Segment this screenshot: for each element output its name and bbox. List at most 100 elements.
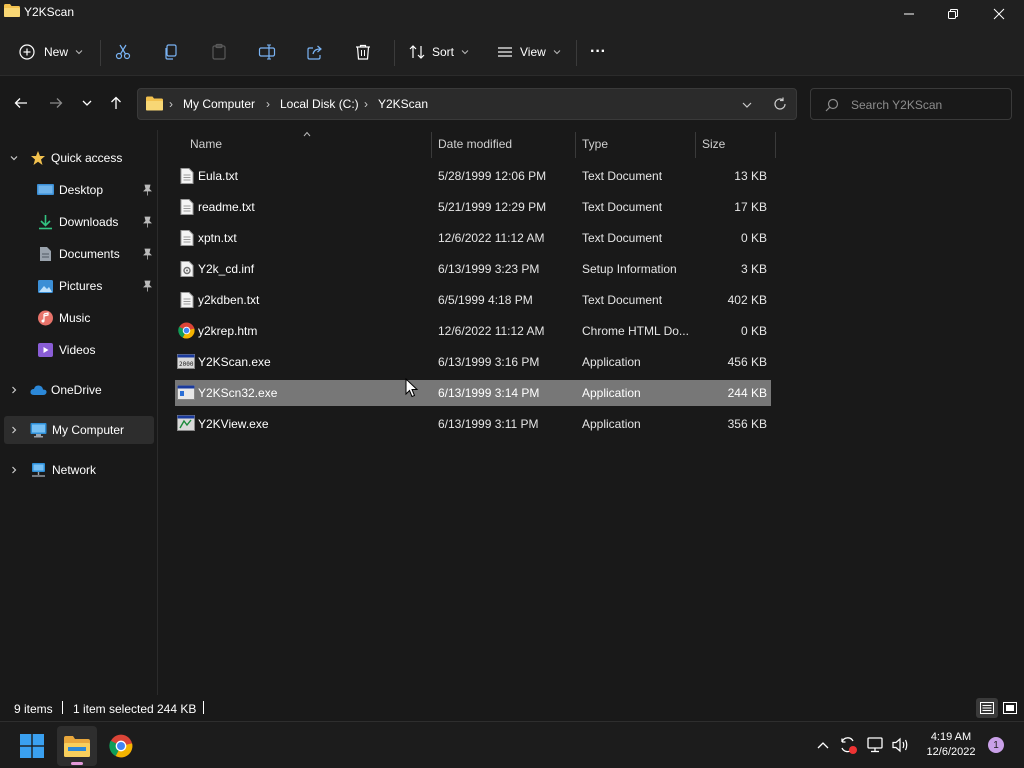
chevron-down-icon	[82, 100, 92, 106]
column-header-date[interactable]: Date modified	[438, 130, 512, 158]
more-options-button[interactable]: ···	[590, 37, 614, 67]
tiles-view-icon	[1003, 702, 1017, 714]
copy-button[interactable]	[162, 37, 186, 67]
new-button[interactable]: New	[18, 37, 86, 67]
arrow-right-icon	[50, 98, 63, 108]
file-name: Y2KScn32.exe	[198, 386, 278, 400]
column-divider[interactable]	[431, 132, 432, 158]
active-app-indicator	[71, 762, 83, 765]
breadcrumb-local-disk[interactable]: Local Disk (C:)	[280, 97, 359, 111]
minimize-button[interactable]	[886, 0, 932, 28]
sidebar-item-pictures[interactable]: Pictures	[4, 272, 154, 300]
sidebar-item-label: Quick access	[51, 151, 123, 165]
clock-date: 12/6/2022	[926, 746, 976, 758]
file-row[interactable]: readme.txt 5/21/1999 12:29 PM Text Docum…	[175, 194, 771, 220]
recent-locations-button[interactable]	[74, 90, 100, 116]
sidebar-item-downloads[interactable]: Downloads	[4, 208, 154, 236]
sidebar-item-videos[interactable]: Videos	[4, 336, 154, 364]
column-header-name[interactable]: Name	[190, 130, 222, 158]
sidebar-item-label: Pictures	[59, 279, 103, 293]
file-name: Y2KScan.exe	[198, 355, 271, 369]
view-button[interactable]: View	[496, 37, 564, 67]
file-date: 5/21/1999 12:29 PM	[438, 200, 547, 214]
breadcrumb-separator-icon: ›	[266, 97, 270, 111]
sort-button[interactable]: Sort	[408, 37, 474, 67]
forward-button[interactable]	[43, 90, 69, 116]
chevron-down-icon	[461, 50, 469, 55]
file-row[interactable]: Y2k_cd.inf 6/13/1999 3:23 PM Setup Infor…	[175, 256, 771, 282]
restore-button[interactable]	[930, 0, 976, 28]
file-row[interactable]: y2krep.htm 12/6/2022 11:12 AM Chrome HTM…	[175, 318, 771, 344]
chevron-down-icon[interactable]	[741, 99, 753, 111]
file-row[interactable]: Eula.txt 5/28/1999 12:06 PM Text Documen…	[175, 163, 771, 189]
column-divider[interactable]	[575, 132, 576, 158]
address-bar[interactable]: › My Computer › Local Disk (C:) › Y2KSca…	[137, 88, 797, 120]
cut-button[interactable]	[114, 37, 138, 67]
up-button[interactable]	[103, 90, 129, 116]
file-type: Text Document	[582, 200, 663, 214]
volume-icon[interactable]	[891, 736, 911, 754]
back-button[interactable]	[8, 90, 34, 116]
item-count: 9 items	[14, 702, 53, 716]
column-divider[interactable]	[695, 132, 696, 158]
file-date: 6/13/1999 3:16 PM	[438, 355, 540, 369]
file-name: xptn.txt	[198, 231, 237, 245]
file-row[interactable]: xptn.txt 12/6/2022 11:12 AM Text Documen…	[175, 225, 771, 251]
breadcrumb-y2kscan[interactable]: Y2KScan	[378, 97, 428, 111]
refresh-icon[interactable]	[773, 97, 787, 111]
breadcrumb-my-computer[interactable]: My Computer	[183, 97, 255, 111]
large-icons-view-button[interactable]	[1000, 698, 1020, 718]
start-button[interactable]	[14, 730, 50, 762]
chevron-down-icon	[75, 50, 83, 55]
search-input[interactable]: Search Y2KScan	[851, 98, 942, 112]
file-size: 402 KB	[727, 293, 767, 307]
sidebar-item-my-computer[interactable]: My Computer	[4, 416, 154, 444]
share-button[interactable]	[306, 37, 330, 67]
file-row[interactable]: y2kdben.txt 6/5/1999 4:18 PM Text Docume…	[175, 287, 771, 313]
file-date: 12/6/2022 11:12 AM	[438, 231, 545, 245]
sidebar-item-label: Desktop	[59, 183, 104, 197]
file-size: 0 KB	[740, 324, 767, 338]
taskbar-chrome[interactable]	[104, 730, 138, 762]
sidebar-item-desktop[interactable]: Desktop	[4, 176, 154, 204]
clock[interactable]: 4:19 AM 12/6/2022	[918, 730, 984, 760]
file-type: Application	[582, 355, 641, 369]
close-button[interactable]	[976, 0, 1022, 28]
sidebar-item-documents[interactable]: Documents	[4, 240, 154, 268]
star-icon	[31, 151, 45, 165]
file-size: 456 KB	[727, 355, 767, 369]
sidebar-item-network[interactable]: Network	[4, 456, 154, 484]
sidebar-item-music[interactable]: Music	[4, 304, 154, 332]
notification-badge[interactable]: 1	[988, 737, 1004, 753]
chevron-up-icon[interactable]	[816, 739, 830, 751]
document-icon	[40, 247, 51, 261]
network-status-icon[interactable]	[866, 736, 884, 754]
file-row[interactable]: Y2KView.exe 6/13/1999 3:11 PM Applicatio…	[175, 411, 771, 437]
file-row[interactable]: 2000 Y2KScan.exe 6/13/1999 3:16 PM Appli…	[175, 349, 771, 375]
file-row[interactable]: Y2KScn32.exe 6/13/1999 3:14 PM Applicati…	[175, 380, 771, 406]
chrome-icon	[178, 322, 195, 339]
trash-icon	[356, 44, 370, 60]
paste-button[interactable]	[210, 37, 234, 67]
file-name: y2kdben.txt	[198, 293, 260, 307]
sidebar-item-label: Videos	[59, 343, 96, 357]
sidebar-item-quick-access[interactable]: Quick access	[4, 144, 154, 172]
column-divider[interactable]	[775, 132, 776, 158]
new-label: New	[44, 45, 69, 59]
computer-icon	[30, 423, 47, 438]
details-view-button[interactable]	[976, 698, 998, 718]
sync-alert-icon[interactable]	[838, 735, 858, 755]
search-box[interactable]: Search Y2KScan	[810, 88, 1012, 120]
delete-button[interactable]	[354, 37, 378, 67]
file-explorer-icon	[64, 736, 90, 757]
column-header-type[interactable]: Type	[582, 130, 608, 158]
copy-icon	[165, 44, 177, 60]
pictures-icon	[38, 279, 53, 293]
sidebar-item-onedrive[interactable]: OneDrive	[4, 376, 154, 404]
title-bar: Y2KScan	[0, 0, 1024, 28]
column-header-size[interactable]: Size	[702, 130, 725, 158]
file-date: 6/13/1999 3:14 PM	[438, 386, 540, 400]
file-date: 6/13/1999 3:23 PM	[438, 262, 540, 276]
rename-button[interactable]	[258, 37, 282, 67]
taskbar-file-explorer[interactable]	[57, 726, 97, 766]
